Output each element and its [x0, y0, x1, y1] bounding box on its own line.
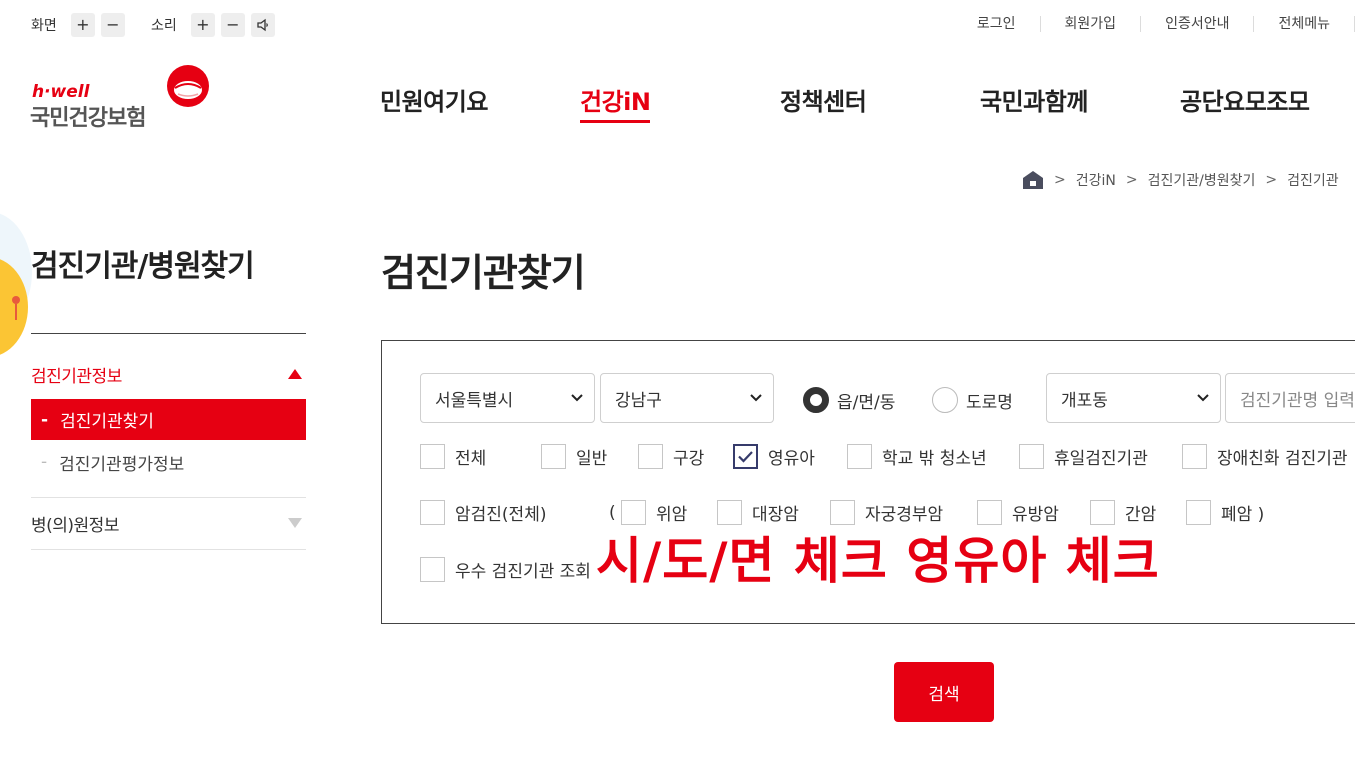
- checkbox[interactable]: [1019, 444, 1044, 469]
- home-icon[interactable]: [1022, 170, 1044, 190]
- utility-bar: 화면 + − 소리 + − 로그인 회원가입 인증서안내 전체메뉴: [0, 0, 1355, 50]
- certificate-guide-link[interactable]: 인증서안내: [1141, 16, 1255, 32]
- check-lung-cancer[interactable]: 폐암 ): [1186, 500, 1264, 525]
- chevron-down-icon: [750, 394, 762, 402]
- chevron-right-icon: >: [1054, 172, 1066, 188]
- checkbox[interactable]: [1182, 444, 1207, 469]
- screen-label: 화면: [31, 18, 57, 34]
- radio-label: 도로명: [966, 392, 1013, 413]
- nav-with-citizens[interactable]: 국민과함께: [980, 82, 1088, 117]
- radio-selected-icon[interactable]: [803, 387, 829, 413]
- checkbox-label: 폐암 ): [1221, 505, 1265, 525]
- radio-unselected-icon[interactable]: [932, 387, 958, 413]
- check-excellent-institution[interactable]: 우수 검진기관 조회: [420, 557, 591, 582]
- dash-icon: -: [41, 452, 48, 472]
- side-item-evaluation-info[interactable]: - 검진기관평가정보: [31, 448, 184, 476]
- side-section-institution-info[interactable]: 검진기관정보: [31, 362, 306, 387]
- check-general[interactable]: 일반: [541, 444, 607, 469]
- checkbox-label: 영유아: [768, 449, 815, 469]
- radio-label: 읍/면/동: [837, 392, 896, 413]
- triangle-up-icon: [288, 369, 302, 379]
- checkbox-label: 일반: [576, 449, 608, 469]
- side-section-label: 검진기관정보: [31, 366, 122, 387]
- speaker-icon[interactable]: [250, 13, 275, 37]
- chevron-right-icon: >: [1265, 172, 1278, 188]
- side-divider: [31, 549, 306, 550]
- side-menu-divider: [31, 333, 306, 334]
- side-divider: [31, 497, 306, 498]
- sound-label: 소리: [151, 18, 177, 34]
- side-item-label: 검진기관평가정보: [59, 454, 185, 475]
- input-placeholder: 검진기관명 입력: [1240, 390, 1355, 411]
- sigungu-select-value: 강남구: [615, 390, 662, 411]
- side-menu-title: 검진기관/병원찾기: [31, 249, 255, 284]
- checkbox-label: 우수 검진기관 조회: [455, 562, 591, 582]
- utility-links: 로그인 회원가입 인증서안내 전체메뉴: [977, 16, 1355, 32]
- checkbox-label: 휴일검진기관: [1054, 449, 1148, 469]
- signup-link[interactable]: 회원가입: [1041, 16, 1142, 32]
- screen-size-controls: 화면 + −: [31, 13, 131, 37]
- triangle-down-icon: [288, 518, 302, 528]
- nav-civil-service[interactable]: 민원여기요: [380, 82, 488, 117]
- checkbox-label: 학교 밖 청소년: [882, 449, 987, 469]
- character-illustration: [0, 213, 32, 355]
- sound-controls: 소리 + −: [151, 13, 281, 37]
- chevron-down-icon: [571, 394, 583, 402]
- checkbox[interactable]: [420, 500, 445, 525]
- overlay-annotation: 시/도/면 체크 영유아 체크: [596, 532, 1160, 590]
- breadcrumb-item[interactable]: 검진기관: [1287, 170, 1339, 190]
- side-section-hospital-info[interactable]: 병(의)원정보: [31, 511, 306, 536]
- open-paren: (: [609, 503, 616, 523]
- checkbox-checked[interactable]: [733, 444, 758, 469]
- checkbox[interactable]: [1186, 500, 1211, 525]
- nav-health-in[interactable]: 건강iN: [580, 82, 651, 123]
- screen-zoom-out-button[interactable]: −: [100, 13, 125, 37]
- checkbox-label: 구강: [673, 449, 705, 469]
- search-button[interactable]: 검색: [894, 662, 994, 722]
- volume-down-button[interactable]: −: [220, 13, 245, 37]
- checkmark-icon: [738, 451, 753, 463]
- nav-corporation[interactable]: 공단요모조모: [1180, 82, 1310, 117]
- side-item-label: 검진기관찾기: [60, 412, 154, 432]
- nav-policy-center[interactable]: 정책센터: [780, 82, 867, 117]
- all-menu-link[interactable]: 전체메뉴: [1254, 16, 1355, 32]
- volume-up-button[interactable]: +: [190, 13, 215, 37]
- radio-dong[interactable]: 읍/면/동: [803, 387, 895, 413]
- breadcrumb-item[interactable]: 검진기관/병원찾기: [1148, 170, 1256, 190]
- checkbox[interactable]: [638, 444, 663, 469]
- side-section-label: 병(의)원정보: [31, 515, 119, 536]
- check-infant[interactable]: 영유아: [733, 444, 815, 469]
- checkbox[interactable]: [420, 444, 445, 469]
- checkbox[interactable]: [847, 444, 872, 469]
- chevron-right-icon: >: [1125, 172, 1138, 188]
- checkbox[interactable]: [420, 557, 445, 582]
- check-disability-friendly[interactable]: 장애친화 검진기관: [1182, 444, 1348, 469]
- dong-select[interactable]: 개포동: [1046, 373, 1221, 423]
- dong-select-value: 개포동: [1061, 390, 1108, 411]
- checkbox-label: 전체: [455, 449, 487, 469]
- check-holiday[interactable]: 휴일검진기관: [1019, 444, 1148, 469]
- screen-zoom-in-button[interactable]: +: [70, 13, 95, 37]
- checkbox-label: 암검진(전체): [455, 505, 547, 525]
- checkbox[interactable]: [541, 444, 566, 469]
- dash-icon: -: [41, 409, 49, 430]
- main-navigation: 민원여기요 건강iN 정책센터 국민과함께 공단요모조모: [0, 82, 1355, 123]
- breadcrumb: > 건강iN > 검진기관/병원찾기 > 검진기관: [1022, 170, 1339, 190]
- check-all[interactable]: 전체: [420, 444, 486, 469]
- chevron-down-icon: [1197, 394, 1209, 402]
- side-item-institution-search[interactable]: - 검진기관찾기: [31, 399, 306, 440]
- login-link[interactable]: 로그인: [977, 16, 1041, 32]
- institution-name-input[interactable]: 검진기관명 입력: [1225, 373, 1355, 423]
- check-out-of-school-youth[interactable]: 학교 밖 청소년: [847, 444, 987, 469]
- sido-select[interactable]: 서울특별시: [420, 373, 595, 423]
- checkbox-label: 장애친화 검진기관: [1217, 449, 1348, 469]
- sido-select-value: 서울특별시: [435, 390, 514, 411]
- radio-road[interactable]: 도로명: [932, 387, 1013, 413]
- breadcrumb-item[interactable]: 건강iN: [1076, 170, 1116, 190]
- check-cancer-all[interactable]: 암검진(전체): [420, 500, 546, 525]
- page-title: 검진기관찾기: [381, 251, 586, 295]
- sigungu-select[interactable]: 강남구: [600, 373, 774, 423]
- check-oral[interactable]: 구강: [638, 444, 704, 469]
